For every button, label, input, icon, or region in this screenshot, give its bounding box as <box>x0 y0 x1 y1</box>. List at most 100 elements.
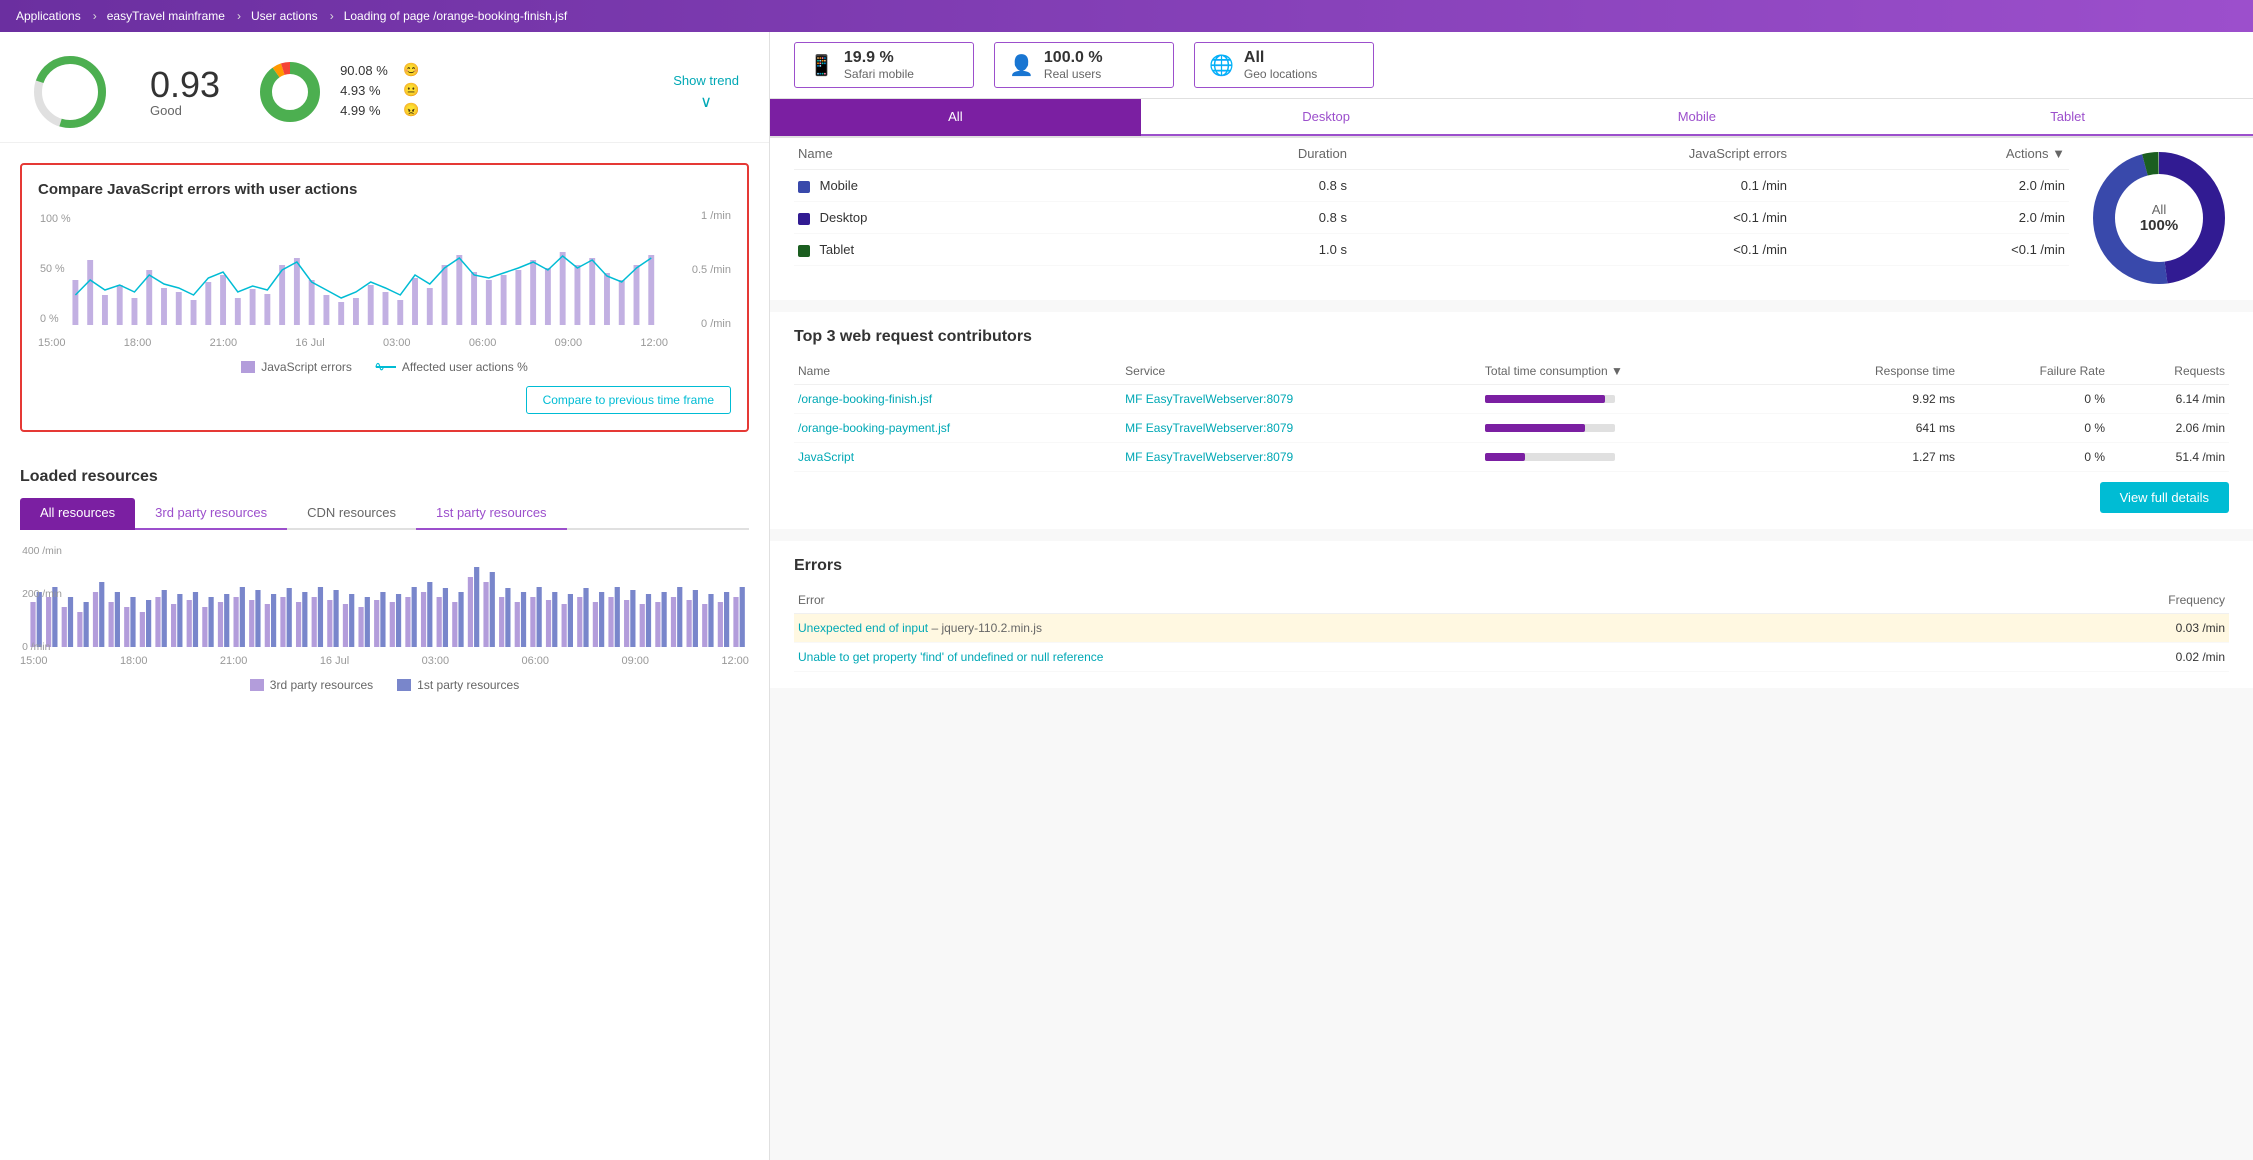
filter-safari-text: 19.9 % Safari mobile <box>844 49 914 81</box>
satisfaction-pct-2: 4.99 % <box>340 103 395 118</box>
res-x-5: 06:00 <box>522 655 550 667</box>
jserror-0: 0.1 /min <box>1351 170 1791 202</box>
score-section: 0.93 Good 90.08 % 😊 <box>0 32 769 143</box>
tab-cdn[interactable]: CDN resources <box>287 498 416 530</box>
show-trend[interactable]: Show trend ∨ <box>673 73 739 112</box>
error-name-0[interactable]: Unexpected end of input – jquery-110.2.m… <box>794 614 1983 643</box>
device-tabs: All Desktop Mobile Tablet <box>770 99 2253 138</box>
res-x-4: 03:00 <box>422 655 450 667</box>
device-tab-all[interactable]: All <box>770 99 1141 136</box>
service-link-1[interactable]: MF EasyTravelWebserver:8079 <box>1125 421 1293 435</box>
chart-canvas: 100 % 50 % 0 % <box>38 210 668 350</box>
filter-real-users[interactable]: 👤 100.0 % Real users <box>994 42 1174 88</box>
breadcrumb-easytravel[interactable]: easyTravel mainframe <box>107 9 251 23</box>
res-x-1: 18:00 <box>120 655 148 667</box>
web-resp-2: 1.27 ms <box>1779 443 1959 472</box>
duration-0: 0.8 s <box>1114 170 1351 202</box>
score-number: 0.93 <box>150 67 220 103</box>
time-bar-container-2 <box>1485 453 1615 461</box>
satisfaction-pie <box>260 62 320 122</box>
x-label-1: 18:00 <box>124 337 152 349</box>
error-link-1[interactable]: Unable to get property 'find' of undefin… <box>798 650 1103 664</box>
error-freq-0: 0.03 /min <box>1983 614 2229 643</box>
web-name-0[interactable]: /orange-booking-finish.jsf <box>794 385 1121 414</box>
tab-3rd-party[interactable]: 3rd party resources <box>135 498 287 530</box>
web-bar-0 <box>1481 385 1779 414</box>
legend-3rd-party-icon <box>250 679 264 691</box>
error-link-0[interactable]: Unexpected end of input <box>798 621 931 635</box>
res-x-0: 15:00 <box>20 655 48 667</box>
web-service-0[interactable]: MF EasyTravelWebserver:8079 <box>1121 385 1481 414</box>
x-label-7: 12:00 <box>640 337 668 349</box>
x-label-0: 15:00 <box>38 337 66 349</box>
tab-all-resources[interactable]: All resources <box>20 498 135 530</box>
web-resp-1: 641 ms <box>1779 414 1959 443</box>
web-fail-1: 0 % <box>1959 414 2109 443</box>
resource-tabs: All resources 3rd party resources CDN re… <box>20 498 749 530</box>
web-link-1[interactable]: /orange-booking-payment.jsf <box>798 421 950 435</box>
device-tab-desktop[interactable]: Desktop <box>1141 99 1512 136</box>
table-row: JavaScript MF EasyTravelWebserver:8079 <box>794 443 2229 472</box>
tab-1st-party[interactable]: 1st party resources <box>416 498 567 530</box>
filter-safari[interactable]: 📱 19.9 % Safari mobile <box>794 42 974 88</box>
web-request-table: Name Service Total time consumption ▼ Re… <box>794 358 2229 472</box>
color-dot-0 <box>798 181 810 193</box>
breadcrumb-user-actions[interactable]: User actions <box>251 9 344 23</box>
web-link-0[interactable]: /orange-booking-finish.jsf <box>798 392 932 406</box>
resources-section: Loaded resources All resources 3rd party… <box>0 452 769 708</box>
safari-pct: 19.9 % <box>844 49 914 67</box>
resources-title: Loaded resources <box>20 468 749 486</box>
filter-geo[interactable]: 🌐 All Geo locations <box>1194 42 1374 88</box>
duration-1: 0.8 s <box>1114 202 1351 234</box>
legend-bar-icon <box>241 361 255 373</box>
jserror-1: <0.1 /min <box>1351 202 1791 234</box>
service-link-0[interactable]: MF EasyTravelWebserver:8079 <box>1125 392 1293 406</box>
col-js-errors: JavaScript errors <box>1351 138 1791 170</box>
web-name-2[interactable]: JavaScript <box>794 443 1121 472</box>
breadcrumb-applications[interactable]: Applications <box>16 9 107 23</box>
web-fail-2: 0 % <box>1959 443 2109 472</box>
view-full-details-button[interactable]: View full details <box>2100 482 2229 513</box>
web-name-1[interactable]: /orange-booking-payment.jsf <box>794 414 1121 443</box>
donut-chart: All 100% <box>2089 148 2229 288</box>
service-link-2[interactable]: MF EasyTravelWebserver:8079 <box>1125 450 1293 464</box>
satisfaction-icon-1: 😐 <box>403 82 419 98</box>
compare-btn-row: Compare to previous time frame <box>38 386 731 414</box>
resource-x-labels: 15:00 18:00 21:00 16 Jul 03:00 06:00 09:… <box>20 655 749 667</box>
web-request-section: Top 3 web request contributors Name Serv… <box>770 312 2253 529</box>
col-actions: Actions ▼ <box>1791 138 2069 170</box>
x-label-5: 06:00 <box>469 337 497 349</box>
show-trend-link[interactable]: Show trend <box>673 73 739 88</box>
legend-1st-party: 1st party resources <box>397 678 519 692</box>
resource-chart-area: 400 /min 200 /min 0 /min 15:00 18:00 21:… <box>20 542 749 672</box>
web-service-1[interactable]: MF EasyTravelWebserver:8079 <box>1121 414 1481 443</box>
chart-area: 100 % 50 % 0 % <box>38 210 731 350</box>
device-tab-mobile[interactable]: Mobile <box>1512 99 1883 136</box>
svg-text:100 %: 100 % <box>40 213 71 225</box>
js-errors-chart-section: Compare JavaScript errors with user acti… <box>20 163 749 432</box>
svg-text:400 /min: 400 /min <box>22 546 62 557</box>
web-link-2[interactable]: JavaScript <box>798 450 854 464</box>
chart-x-labels: 15:00 18:00 21:00 16 Jul 03:00 06:00 09:… <box>38 337 668 349</box>
satisfaction-pct-0: 90.08 % <box>340 63 395 78</box>
x-label-4: 03:00 <box>383 337 411 349</box>
web-bar-1 <box>1481 414 1779 443</box>
web-service-2[interactable]: MF EasyTravelWebserver:8079 <box>1121 443 1481 472</box>
legend-user-actions: Affected user actions % <box>376 360 528 374</box>
time-bar-bg-0 <box>1485 395 1615 403</box>
web-col-service: Service <box>1121 358 1481 385</box>
breadcrumb-page[interactable]: Loading of page /orange-booking-finish.j… <box>344 9 578 23</box>
filter-realusers-text: 100.0 % Real users <box>1044 49 1103 81</box>
web-resp-0: 9.92 ms <box>1779 385 1959 414</box>
compare-previous-button[interactable]: Compare to previous time frame <box>526 386 731 414</box>
score-label: Good <box>150 103 220 118</box>
svg-text:0 %: 0 % <box>40 313 59 325</box>
device-tab-tablet[interactable]: Tablet <box>1882 99 2253 136</box>
web-col-time: Total time consumption ▼ <box>1481 358 1779 385</box>
satisfaction-item-2: 4.99 % 😠 <box>340 102 419 118</box>
error-col-freq: Frequency <box>1983 587 2229 614</box>
jserror-2: <0.1 /min <box>1351 234 1791 266</box>
error-name-1[interactable]: Unable to get property 'find' of undefin… <box>794 643 1983 672</box>
pie-section: 90.08 % 😊 4.93 % 😐 4.99 % 😠 <box>260 62 419 122</box>
table-row: /orange-booking-payment.jsf MF EasyTrave… <box>794 414 2229 443</box>
